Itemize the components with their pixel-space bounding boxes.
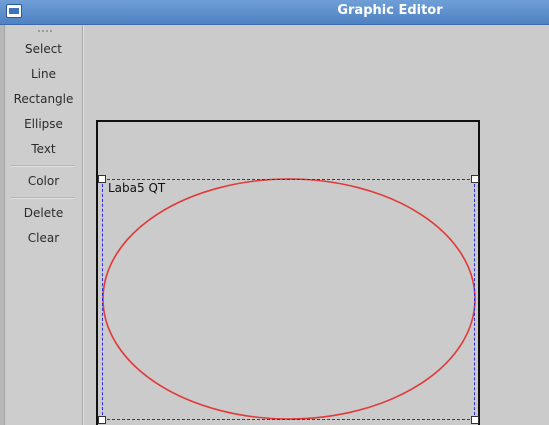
tool-line-button[interactable]: Line bbox=[5, 63, 82, 85]
window-title: Graphic Editor bbox=[337, 3, 443, 18]
resize-handle-top-right[interactable] bbox=[471, 175, 479, 183]
tool-text-button[interactable]: Text bbox=[5, 138, 82, 160]
tools-toolbar: Select Line Rectangle Ellipse Text Color… bbox=[5, 25, 83, 425]
toolbar-separator bbox=[11, 197, 75, 199]
graphic-editor-window: Graphic Editor Select Line Rectangle Ell… bbox=[0, 0, 549, 425]
tool-select-button[interactable]: Select bbox=[5, 38, 82, 60]
toolbar-grip-handle[interactable] bbox=[37, 29, 53, 33]
delete-button[interactable]: Delete bbox=[5, 202, 82, 224]
tool-ellipse-button[interactable]: Ellipse bbox=[5, 113, 82, 135]
selection-box bbox=[102, 179, 475, 420]
app-window-icon[interactable] bbox=[6, 4, 22, 18]
clear-button[interactable]: Clear bbox=[5, 227, 82, 249]
tool-rectangle-button[interactable]: Rectangle bbox=[5, 88, 82, 110]
canvas-text-item[interactable]: Laba5 QT bbox=[108, 181, 165, 195]
resize-handle-top-left[interactable] bbox=[98, 175, 106, 183]
toolbar-separator bbox=[11, 165, 75, 167]
resize-handle-bottom-right[interactable] bbox=[471, 416, 479, 424]
resize-handle-bottom-left[interactable] bbox=[98, 416, 106, 424]
color-button[interactable]: Color bbox=[5, 170, 82, 192]
title-bar[interactable]: Graphic Editor bbox=[0, 0, 549, 25]
